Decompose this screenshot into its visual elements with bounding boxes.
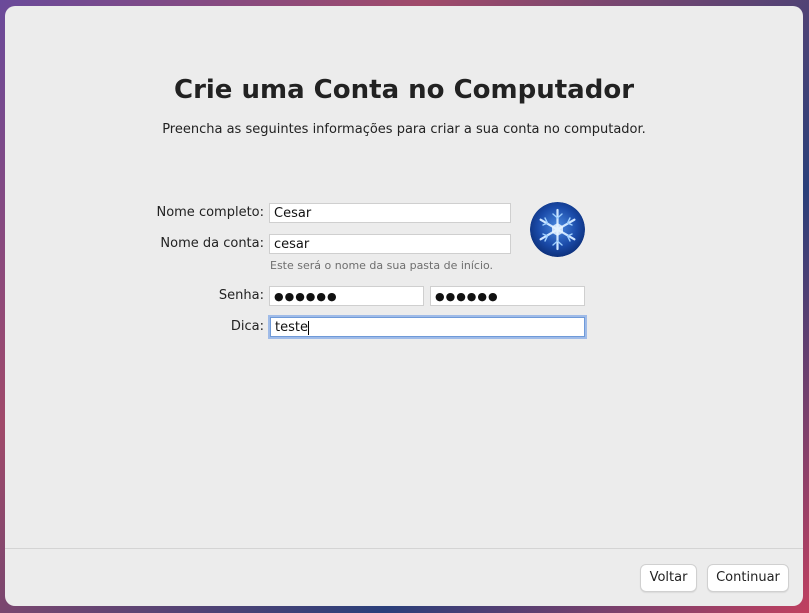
full-name-field[interactable]: Cesar bbox=[269, 203, 511, 223]
footer-divider bbox=[5, 548, 803, 549]
setup-window: Crie uma Conta no Computador Preencha as… bbox=[5, 6, 803, 606]
back-button[interactable]: Voltar bbox=[640, 564, 697, 592]
full-name-value: Cesar bbox=[274, 206, 312, 221]
account-name-label: Nome da conta: bbox=[160, 236, 264, 251]
text-cursor bbox=[307, 320, 309, 335]
account-name-hint: Este será o nome da sua pasta de início. bbox=[270, 259, 494, 272]
continue-button[interactable]: Continuar bbox=[707, 564, 789, 592]
password-value: ●●●●●● bbox=[274, 290, 338, 303]
snowflake-icon bbox=[530, 202, 585, 257]
password-label: Senha: bbox=[218, 288, 264, 303]
password-verify-field[interactable]: ●●●●●● bbox=[430, 286, 585, 306]
full-name-label: Nome completo: bbox=[156, 205, 264, 220]
password-hint-field[interactable]: teste bbox=[270, 317, 585, 337]
account-name-field[interactable]: cesar bbox=[269, 234, 511, 254]
hint-label: Dica: bbox=[230, 319, 264, 334]
password-field[interactable]: ●●●●●● bbox=[269, 286, 424, 306]
snowflake-avatar-icon[interactable] bbox=[530, 202, 585, 257]
password-hint-value: teste bbox=[275, 320, 308, 335]
page-subtitle: Preencha as seguintes informações para c… bbox=[162, 122, 646, 137]
account-name-value: cesar bbox=[274, 237, 310, 252]
page-title: Crie uma Conta no Computador bbox=[173, 75, 635, 105]
password-verify-value: ●●●●●● bbox=[435, 290, 499, 303]
